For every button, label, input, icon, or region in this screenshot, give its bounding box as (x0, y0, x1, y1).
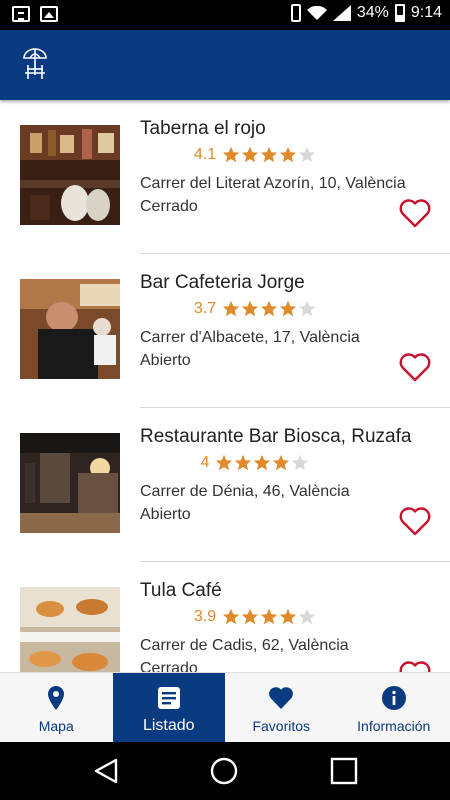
battery-icon (394, 4, 405, 22)
favorite-heart-icon[interactable] (399, 352, 431, 382)
star-empty-icon (299, 146, 316, 163)
tab-listado[interactable]: Listado (112, 673, 225, 743)
recents-icon[interactable] (330, 757, 358, 785)
info-icon (381, 686, 406, 710)
star-filled-icon (216, 454, 233, 471)
tab-mapa[interactable]: Mapa (0, 673, 113, 743)
open-status: Cerrado (140, 660, 198, 672)
star-filled-icon (223, 146, 240, 163)
bottom-navigation: Mapa Listado Favoritos Información (0, 672, 450, 743)
restaurant-rating: 4.1 (140, 146, 370, 164)
star-empty-icon (299, 608, 316, 625)
tab-favoritos[interactable]: Favoritos (225, 673, 338, 743)
restaurant-photo (20, 125, 120, 225)
restaurant-photo (20, 433, 120, 533)
vibrate-icon (290, 4, 301, 22)
star-filled-icon (280, 146, 297, 163)
back-icon[interactable] (92, 757, 120, 785)
image-notification-icon (40, 6, 58, 22)
restaurant-address: Carrer de Dénia, 46, València (140, 483, 350, 500)
star-filled-icon (235, 454, 252, 471)
star-rating (215, 454, 309, 472)
list-icon (157, 687, 180, 709)
star-filled-icon (223, 608, 240, 625)
favorite-heart-icon[interactable] (399, 506, 431, 536)
restaurant-rating: 3.9 (140, 608, 370, 626)
star-filled-icon (261, 300, 278, 317)
star-rating (222, 146, 316, 164)
star-filled-icon (242, 300, 259, 317)
map-pin-icon (48, 686, 65, 710)
favorite-heart-icon[interactable] (399, 660, 431, 672)
star-filled-icon (242, 146, 259, 163)
list-item[interactable]: Taberna el rojo 4.1 Carrer del Literat A… (0, 100, 450, 254)
star-rating (222, 300, 316, 318)
battery-percent: 34% (356, 4, 389, 21)
restaurant-name: Taberna el rojo (140, 118, 266, 139)
restaurant-photo (20, 587, 120, 672)
star-filled-icon (280, 608, 297, 625)
star-filled-icon (254, 454, 271, 471)
heart-icon (269, 687, 294, 709)
status-bar: 34% 9:14 (0, 0, 450, 30)
tab-label: Mapa (38, 718, 74, 734)
open-status: Abierto (140, 506, 191, 523)
restaurant-address: Carrer de Cadis, 62, València (140, 637, 349, 654)
wifi-icon (306, 6, 327, 20)
restaurant-rating: 4 (140, 454, 370, 472)
favorite-heart-icon[interactable] (399, 198, 431, 228)
tab-informacion[interactable]: Información (338, 673, 450, 743)
tab-label: Favoritos (252, 718, 311, 734)
restaurant-list[interactable]: Taberna el rojo 4.1 Carrer del Literat A… (0, 100, 450, 672)
beach-umbrella-table-icon[interactable] (22, 47, 48, 81)
star-filled-icon (273, 454, 290, 471)
restaurant-photo (20, 279, 120, 379)
clock: 9:14 (410, 4, 442, 21)
star-empty-icon (299, 300, 316, 317)
signal-icon (332, 5, 351, 21)
star-filled-icon (223, 300, 240, 317)
rating-value: 4.1 (193, 146, 217, 163)
restaurant-name: Tula Café (140, 580, 222, 601)
restaurant-name: Restaurante Bar Biosca, Ruzafa (140, 426, 412, 447)
star-filled-icon (280, 300, 297, 317)
rating-value: 3.9 (193, 608, 217, 625)
restaurant-address: Carrer d'Albacete, 17, València (140, 329, 360, 346)
rating-value: 3.7 (193, 300, 217, 317)
star-filled-icon (242, 608, 259, 625)
app-bar (0, 30, 450, 100)
list-item[interactable]: Restaurante Bar Biosca, Ruzafa 4 Carrer … (0, 408, 450, 562)
star-filled-icon (261, 608, 278, 625)
home-icon[interactable] (210, 757, 238, 785)
message-notification-icon (12, 6, 30, 22)
rating-value: 4 (200, 454, 210, 471)
tab-label: Información (357, 718, 431, 734)
star-filled-icon (261, 146, 278, 163)
restaurant-name: Bar Cafeteria Jorge (140, 272, 305, 293)
star-rating (222, 608, 316, 626)
open-status: Cerrado (140, 198, 198, 215)
restaurant-rating: 3.7 (140, 300, 370, 318)
list-item[interactable]: Tula Café 3.9 Carrer de Cadis, 62, Valèn… (0, 562, 450, 672)
tab-label: Listado (142, 717, 195, 734)
list-item[interactable]: Bar Cafeteria Jorge 3.7 Carrer d'Albacet… (0, 254, 450, 408)
star-empty-icon (292, 454, 309, 471)
restaurant-address: Carrer del Literat Azorín, 10, València (140, 175, 406, 192)
open-status: Abierto (140, 352, 191, 369)
system-navigation-bar (0, 742, 450, 800)
